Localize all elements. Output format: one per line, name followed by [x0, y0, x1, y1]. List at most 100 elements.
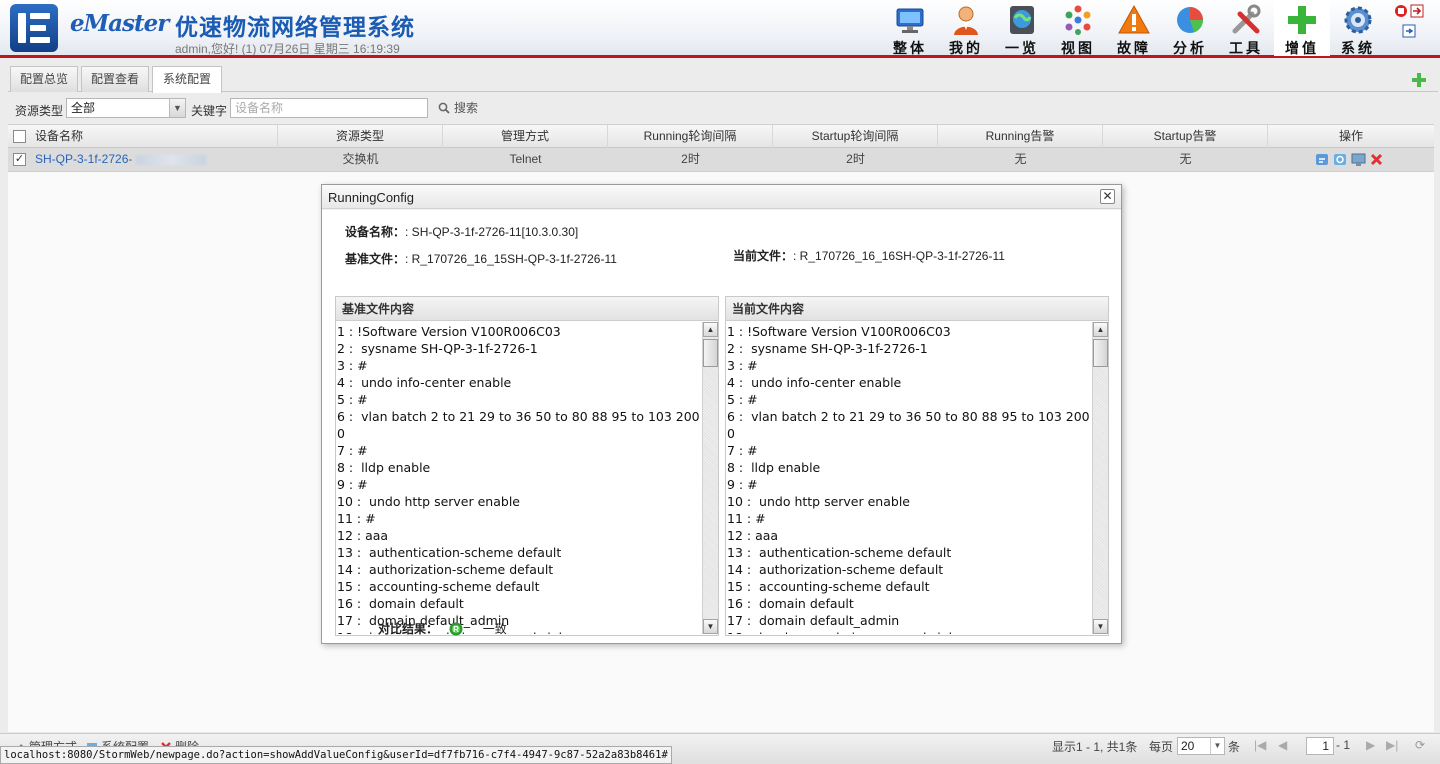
row-checkbox[interactable]: ✓ [13, 153, 26, 166]
scroll-up-icon[interactable]: ▲ [1093, 322, 1108, 337]
result-label: 对比结果： [378, 622, 439, 636]
scroll-down-icon[interactable]: ▼ [1093, 619, 1108, 634]
nav-value-added[interactable]: 增值 [1274, 0, 1330, 56]
scroll-thumb[interactable] [1093, 339, 1108, 367]
nav-analysis[interactable]: 分析 [1162, 0, 1218, 56]
nav-mine[interactable]: 我的 [938, 0, 994, 56]
warning-icon [1118, 4, 1150, 34]
logo-icon [10, 4, 58, 52]
per-page-select[interactable]: 20 ▼ [1177, 737, 1225, 755]
topology-icon [1065, 5, 1091, 35]
code-line: 11 : # [337, 511, 376, 526]
code-line: 15 : accounting-scheme default [337, 579, 540, 594]
nav-view[interactable]: 视图 [1050, 0, 1106, 56]
compare-icon[interactable] [1351, 152, 1366, 167]
col-manage-mode[interactable]: 管理方式 [443, 125, 608, 148]
col-actions: 操作 [1338, 129, 1363, 143]
last-page-icon[interactable]: ▶| [1386, 738, 1398, 752]
startup-config-icon[interactable] [1333, 152, 1348, 167]
first-page-icon[interactable]: |◀ [1254, 738, 1266, 752]
refresh-icon[interactable]: ⟳ [1415, 738, 1425, 752]
cell-running-interval: 2时 [681, 152, 700, 166]
code-line: 7 : # [337, 443, 368, 458]
nav-overall[interactable]: 整体 [882, 0, 938, 56]
delete-icon[interactable] [1369, 152, 1384, 167]
col-device-name[interactable]: 设备名称 [28, 125, 278, 148]
dialog-titlebar[interactable]: RunningConfig ✕ [322, 185, 1121, 209]
window-icon[interactable] [1402, 24, 1416, 38]
running-config-icon[interactable] [1315, 152, 1330, 167]
code-line: 6 : vlan batch 2 to 21 29 to 36 50 to 80… [727, 409, 1090, 441]
search-button-label: 搜索 [454, 101, 479, 115]
scroll-down-icon[interactable]: ▼ [703, 619, 718, 634]
code-line: 10 : undo http server enable [337, 494, 520, 509]
current-file-label: 当前文件： [733, 249, 794, 263]
nav-label: 一览 [1005, 40, 1039, 56]
nav-fault[interactable]: 故障 [1106, 0, 1162, 56]
monitor-icon [896, 8, 924, 33]
logo-text: eMaster [70, 10, 169, 37]
close-icon[interactable]: ✕ [1100, 189, 1115, 204]
col-running-interval[interactable]: Running轮询间隔 [608, 125, 773, 148]
nav-label: 视图 [1061, 40, 1095, 56]
code-line: 16 : domain default [337, 596, 464, 611]
code-line: 9 : # [337, 477, 368, 492]
cell-resource-type: 交换机 [342, 152, 379, 166]
code-line: 4 : undo info-center enable [337, 375, 512, 390]
code-line: 1 : !Software Version V100R006C03 [337, 324, 561, 339]
next-page-icon[interactable]: ▶ [1366, 738, 1375, 752]
col-resource-type[interactable]: 资源类型 [278, 125, 443, 148]
code-line: 3 : # [727, 358, 758, 373]
col-startup-alarm[interactable]: Startup告警 [1103, 125, 1268, 148]
scroll-up-icon[interactable]: ▲ [703, 322, 718, 337]
tab-config-overview[interactable]: 配置总览 [10, 66, 78, 92]
page-total: - 1 [1336, 738, 1351, 752]
current-content-text[interactable]: 1 : !Software Version V100R006C03 2 : sys… [726, 322, 1092, 634]
device-name-link[interactable]: SH-QP-3-1f-2726- [35, 148, 275, 171]
code-line: 3 : # [337, 358, 368, 373]
status-bar-url: localhost:8080/StormWeb/newpage.do?actio… [0, 746, 672, 764]
search-button[interactable]: 搜索 [436, 99, 486, 117]
current-file-info: 当前文件：: R_170726_16_16SH-QP-3-1f-2726-11 [733, 247, 1005, 264]
col-running-alarm[interactable]: Running告警 [938, 125, 1103, 148]
page-number-input[interactable]: 1 [1306, 737, 1334, 755]
pie-chart-icon [1177, 7, 1203, 33]
base-content-text[interactable]: 1 : !Software Version V100R006C03 2 : sys… [336, 322, 702, 634]
nav-tools[interactable]: 工具 [1218, 0, 1274, 56]
type-select[interactable]: 全部 ▼ [66, 98, 186, 118]
keyword-input[interactable]: 设备名称 [230, 98, 428, 118]
nav-system[interactable]: 系统 [1330, 0, 1386, 56]
nav-label: 故障 [1117, 40, 1151, 56]
app-title: 优速物流网络管理系统 [175, 14, 415, 40]
select-all-checkbox[interactable] [13, 130, 26, 143]
keyword-label: 关键字 [191, 104, 228, 118]
code-line: 10 : undo http server enable [727, 494, 910, 509]
col-startup-interval[interactable]: Startup轮询间隔 [773, 125, 938, 148]
device-value: : SH-QP-3-1f-2726-11[10.3.0.30] [405, 225, 579, 239]
base-file-value: : R_170726_16_15SH-QP-3-1f-2726-11 [405, 252, 617, 266]
ok-status-icon: R [449, 622, 463, 636]
cell-startup-interval: 2时 [846, 152, 865, 166]
alarm-icon[interactable] [1394, 4, 1408, 18]
code-line: 8 : lldp enable [727, 460, 821, 475]
device-name: SH-QP-3-1f-2726- [35, 152, 133, 166]
tab-system-config[interactable]: 系统配置 [152, 66, 222, 93]
per-page-label: 每页 [1149, 740, 1174, 754]
table-row[interactable]: ✓ SH-QP-3-1f-2726- 交换机 Telnet 2时 2时 无 无 [8, 148, 1434, 172]
add-icon[interactable] [1411, 72, 1427, 88]
result-value: 一致 [482, 622, 507, 636]
prev-page-icon[interactable]: ◀ [1278, 738, 1287, 752]
tab-config-view[interactable]: 配置查看 [81, 66, 149, 92]
base-file-label: 基准文件： [345, 252, 406, 266]
base-scrollbar[interactable]: ▲ ▼ [702, 322, 718, 634]
per-page-value: 20 [1181, 739, 1195, 753]
current-scrollbar[interactable]: ▲ ▼ [1092, 322, 1108, 634]
logout-icon[interactable] [1410, 4, 1424, 18]
nav-label: 增值 [1285, 40, 1319, 56]
code-line: 2 : sysname SH-QP-3-1f-2726-1 [337, 341, 538, 356]
app-header: eMaster 优速物流网络管理系统 admin,您好! (1) 07月26日 … [0, 0, 1440, 58]
current-file-value: : R_170726_16_16SH-QP-3-1f-2726-11 [793, 249, 1005, 263]
scroll-thumb[interactable] [703, 339, 718, 367]
nav-overview[interactable]: 一览 [994, 0, 1050, 56]
code-line: 14 : authorization-scheme default [727, 562, 944, 577]
